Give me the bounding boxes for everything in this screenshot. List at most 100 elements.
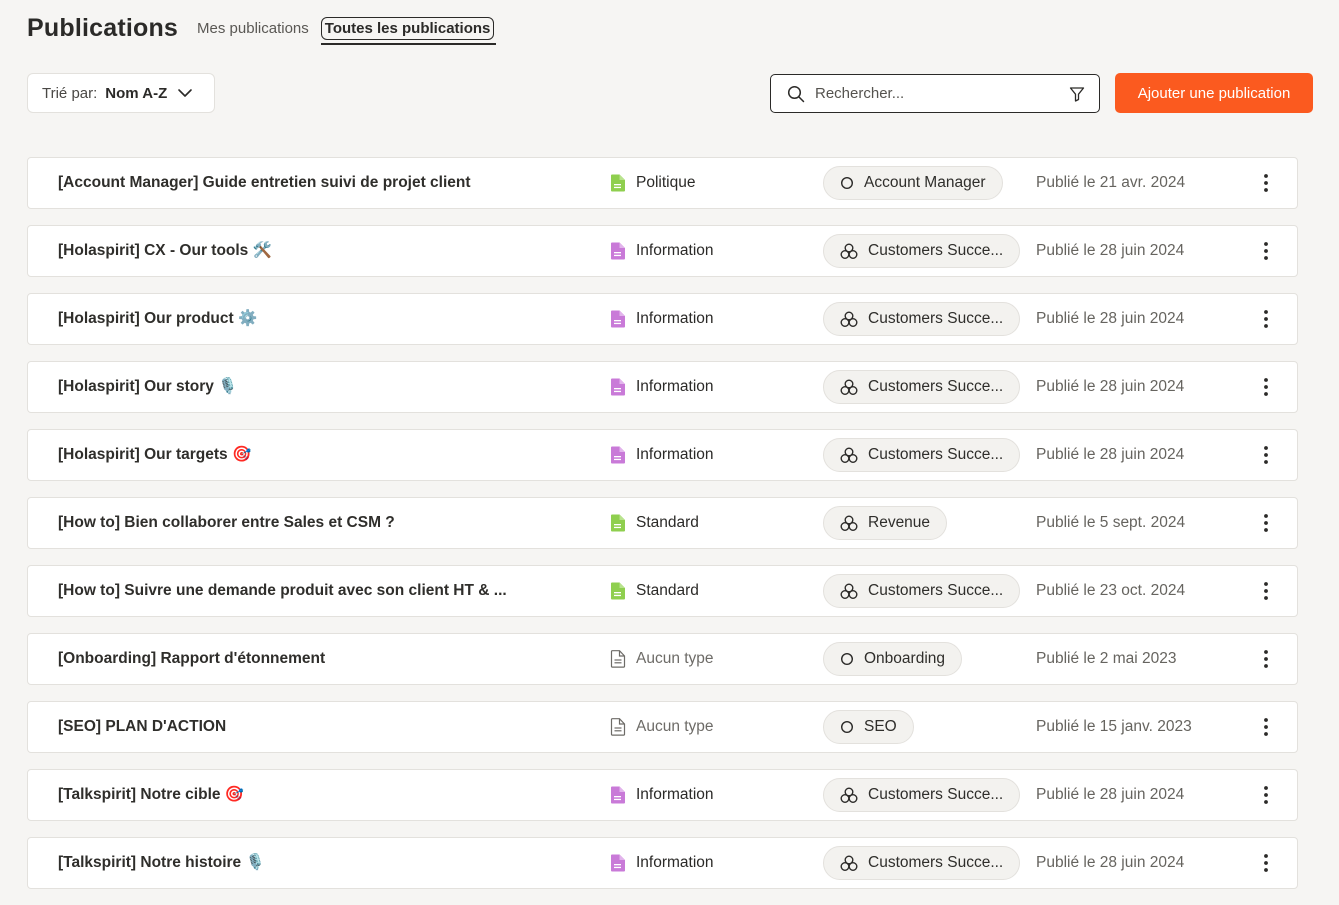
publication-row[interactable]: [Account Manager] Guide entretien suivi … [27,157,1298,209]
tabs: Mes publications Toutes les publications [197,17,496,45]
purple-document-icon [610,310,636,328]
green-document-icon [610,514,636,532]
circle-badge[interactable]: Customers Succe... [823,846,1021,880]
circle-badge[interactable]: Onboarding [823,642,963,676]
circle-group-icon [840,311,868,328]
publication-row[interactable]: [Holaspirit] Our product ⚙️ Information Cu… [27,293,1298,345]
publication-row[interactable]: [How to] Bien collaborer entre Sales et … [27,497,1298,549]
circle-badge[interactable]: Customers Succe... [823,370,1021,404]
publication-title[interactable]: [Holaspirit] Our targets 🎯 [58,430,251,480]
green-document-icon [610,174,636,192]
more-options-icon[interactable] [1254,511,1278,535]
more-options-icon[interactable] [1254,307,1278,331]
more-options-icon[interactable] [1254,851,1278,875]
circle-badge-label: Customers Succe... [868,378,1004,395]
publication-type: Standard [610,566,699,616]
publication-type: Information [610,226,714,276]
publication-row[interactable]: [Talkspirit] Notre cible 🎯 Information Cus… [27,769,1298,821]
sort-value: Nom A-Z [105,84,168,102]
publication-type: Information [610,770,714,820]
publication-title[interactable]: [Talkspirit] Notre histoire 🎙️ [58,838,265,888]
publication-date: Publié le 5 sept. 2024 [1036,514,1186,531]
outline-document-icon [610,718,636,736]
circle-group-icon [840,447,868,464]
publication-row[interactable]: [Holaspirit] CX - Our tools 🛠️ Informatio… [27,225,1298,277]
tab-mes-publications[interactable]: Mes publications [197,18,309,39]
publication-type-label: Information [636,242,714,259]
circle-badge[interactable]: Customers Succe... [823,302,1021,336]
purple-document-icon [610,378,636,396]
circle-badge[interactable]: Customers Succe... [823,778,1021,812]
circle-badge[interactable]: SEO [823,710,914,744]
publication-title[interactable]: [How to] Bien collaborer entre Sales et … [58,498,395,548]
publication-row[interactable]: [SEO] PLAN D'ACTION Aucun type SEO Publié l… [27,701,1298,753]
publication-type-label: Aucun type [636,650,714,667]
more-options-icon[interactable] [1254,647,1278,671]
search-icon [787,85,805,102]
publication-type-label: Information [636,310,714,327]
publication-type: Information [610,430,714,480]
tab-toutes-les-publications[interactable]: Toutes les publications [320,17,496,45]
circle-group-icon [840,583,868,600]
publication-row[interactable]: [Holaspirit] Our story 🎙️ Information Cust… [27,361,1298,413]
circle-group-icon [840,379,868,396]
role-circle-icon [840,720,864,734]
publication-title[interactable]: [Onboarding] Rapport d'étonnement [58,634,325,684]
publication-date: Publié le 15 janv. 2023 [1036,718,1192,735]
publication-title[interactable]: [Holaspirit] Our product ⚙️ [58,294,257,344]
more-options-icon[interactable] [1254,375,1278,399]
publication-type-label: Information [636,854,714,871]
publication-type: Standard [610,498,699,548]
circle-badge[interactable]: Customers Succe... [823,234,1021,268]
purple-document-icon [610,786,636,804]
publication-date: Publié le 28 juin 2024 [1036,854,1185,871]
search-input[interactable] [813,84,1069,103]
publication-type: Information [610,362,714,412]
publication-title[interactable]: [Holaspirit] CX - Our tools 🛠️ [58,226,272,276]
publication-type-label: Standard [636,582,699,599]
chevron-down-icon [178,89,193,97]
filter-icon[interactable] [1069,86,1085,102]
publication-type: Information [610,838,714,888]
publication-type-label: Politique [636,174,696,191]
circle-badge-label: Customers Succe... [868,582,1004,599]
publication-list: [Account Manager] Guide entretien suivi … [27,157,1298,905]
circle-badge[interactable]: Customers Succe... [823,574,1021,608]
publication-title[interactable]: [Holaspirit] Our story 🎙️ [58,362,237,412]
publication-type: Information [610,294,714,344]
circle-badge[interactable]: Account Manager [823,166,1003,200]
circle-group-icon [840,515,868,532]
publication-title[interactable]: [How to] Suivre une demande produit avec… [58,566,507,616]
publication-title[interactable]: [SEO] PLAN D'ACTION [58,702,226,752]
more-options-icon[interactable] [1254,443,1278,467]
role-circle-icon [840,652,864,666]
circle-badge-label: Customers Succe... [868,310,1004,327]
more-options-icon[interactable] [1254,783,1278,807]
publication-date: Publié le 28 juin 2024 [1036,310,1185,327]
publication-row[interactable]: [How to] Suivre une demande produit avec… [27,565,1298,617]
more-options-icon[interactable] [1254,239,1278,263]
publication-type-label: Information [636,786,714,803]
sort-dropdown[interactable]: Trié par: Nom A-Z [27,73,215,113]
publication-type: Aucun type [610,702,714,752]
green-document-icon [610,582,636,600]
purple-document-icon [610,854,636,872]
circle-badge[interactable]: Revenue [823,506,948,540]
add-publication-button[interactable]: Ajouter une publication [1115,73,1313,113]
circle-badge-label: Revenue [868,514,931,531]
publication-type-label: Aucun type [636,718,714,735]
publication-date: Publié le 28 juin 2024 [1036,242,1185,259]
publication-type: Politique [610,158,695,208]
publication-row[interactable]: [Onboarding] Rapport d'étonnement Aucun t… [27,633,1298,685]
more-options-icon[interactable] [1254,171,1278,195]
more-options-icon[interactable] [1254,579,1278,603]
publication-row[interactable]: [Talkspirit] Notre histoire 🎙️ Informatio… [27,837,1298,889]
publication-type-label: Information [636,446,714,463]
more-options-icon[interactable] [1254,715,1278,739]
publication-title[interactable]: [Account Manager] Guide entretien suivi … [58,158,471,208]
outline-document-icon [610,650,636,668]
circle-badge-label: Customers Succe... [868,446,1004,463]
publication-row[interactable]: [Holaspirit] Our targets 🎯 Information Cus… [27,429,1298,481]
publication-title[interactable]: [Talkspirit] Notre cible 🎯 [58,770,244,820]
circle-badge[interactable]: Customers Succe... [823,438,1021,472]
